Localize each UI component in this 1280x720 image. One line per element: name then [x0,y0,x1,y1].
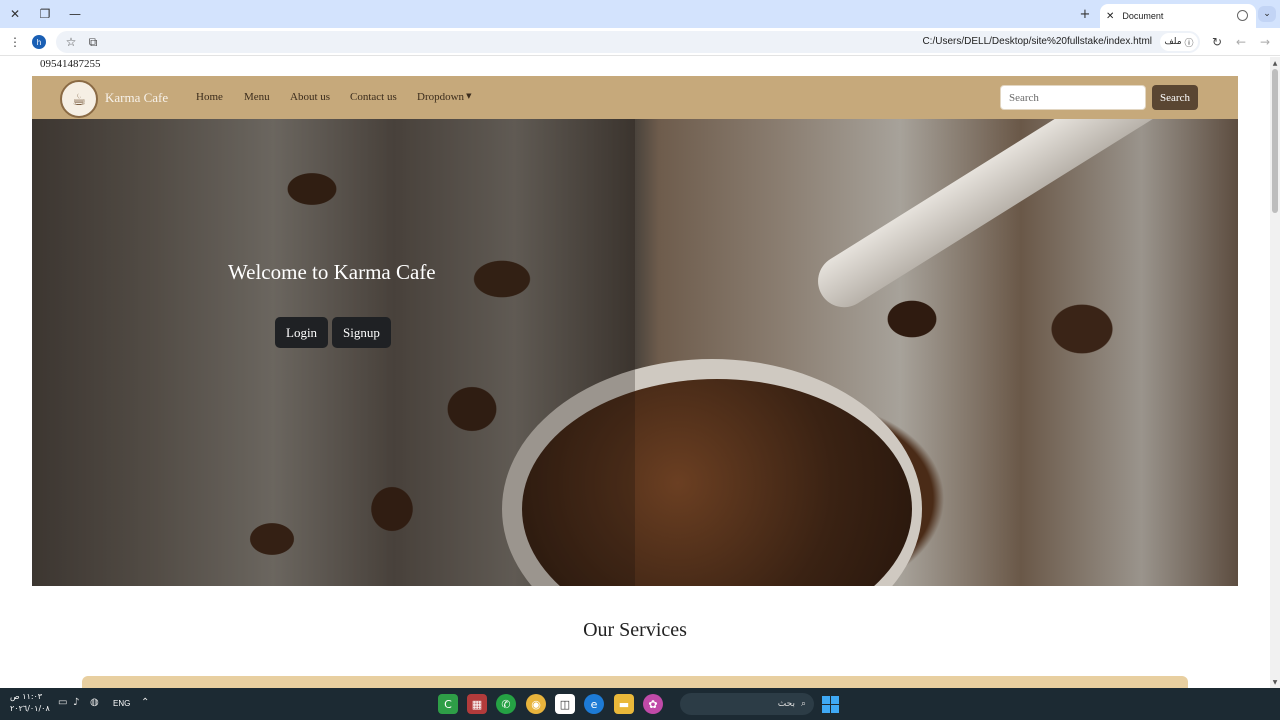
clock-time: ١١:٠٣ ص [10,692,43,701]
tray-chevron-up-icon[interactable]: ⌃ [141,697,149,708]
search-input[interactable] [1000,85,1146,110]
browser-address-bar: ⋮ h ☆ ⧉ C:/Users/DELL/Desktop/site%20ful… [0,28,1280,56]
taskbar-search[interactable]: بحث ⌕ [680,693,814,715]
nav-menu[interactable]: Menu [244,91,270,103]
hero-banner: Welcome to Karma Cafe Login Signup [32,119,1238,586]
app-c-icon[interactable]: C [438,694,458,714]
taskbar-clock[interactable]: ١١:٠٣ ص ٢٠٢٦/٠١/٠٨ [10,691,50,715]
services-title: Our Services [583,619,687,641]
file-explorer-icon[interactable]: ▬ [614,694,634,714]
back-arrow-icon[interactable]: → [1256,33,1274,51]
reload-icon[interactable]: ↻ [1208,33,1226,51]
url-text[interactable]: C:/Users/DELL/Desktop/site%20fullstake/i… [922,36,1152,47]
close-window-icon[interactable]: ✕ [4,4,26,24]
clock-date: ٢٠٢٦/٠١/٠٨ [10,704,50,713]
magnifier-icon: ⌕ [800,699,806,709]
tab-close-icon[interactable]: ✕ [1106,11,1114,22]
windows-start-icon[interactable] [822,696,839,713]
nav-contact[interactable]: Contact us [350,91,397,103]
spoon-handle-image [808,119,1238,318]
app-grid-icon[interactable]: ▦ [467,694,487,714]
translate-icon[interactable]: ⧉ [84,33,102,51]
caret-down-icon: ▼ [466,92,472,100]
chrome-icon[interactable]: ◉ [526,694,546,714]
scroll-up-icon[interactable]: ▲ [1270,58,1280,68]
tab-search-icon[interactable]: ⌄ [1258,6,1276,22]
forward-arrow-icon[interactable]: ← [1232,33,1250,51]
phone-number: 09541487255 [40,58,101,70]
network-globe-icon[interactable]: ◍ [90,697,99,708]
brand-name[interactable]: Karma Cafe [105,90,168,106]
hero-title: Welcome to Karma Cafe [228,260,436,284]
restore-window-icon[interactable]: ❐ [34,4,56,24]
copilot-icon[interactable]: ✿ [643,694,663,714]
bookmark-star-icon[interactable]: ☆ [62,33,80,51]
globe-icon [1237,10,1248,21]
browser-tab[interactable]: ✕ Document [1100,4,1256,28]
profile-avatar[interactable]: h [32,35,46,49]
coffee-logo-icon[interactable]: ☕ [60,80,98,118]
site-chip-label: ملف [1164,37,1182,47]
page-scrollbar[interactable]: ▲ ▼ [1270,57,1280,688]
search-button[interactable]: Search [1152,85,1198,110]
new-tab-icon[interactable]: + [1076,4,1094,24]
nav-dropdown[interactable]: Dropdown ▼ [417,91,471,103]
nav-about[interactable]: About us [290,91,330,103]
scroll-down-icon[interactable]: ▼ [1270,677,1280,687]
menu-dots-icon[interactable]: ⋮ [6,33,24,51]
site-navbar: ☕ Karma Cafe Home Menu About us Contact … [32,76,1238,119]
scroll-thumb[interactable] [1272,69,1278,213]
whatsapp-icon[interactable]: ✆ [496,694,516,714]
site-info-chip[interactable]: ملف ⓘ [1160,33,1198,51]
language-indicator[interactable]: ENG [113,699,130,708]
edge-icon[interactable]: e [584,694,604,714]
battery-icon[interactable]: ▭ [58,697,67,708]
page-viewport: 09541487255 ☕ Karma Cafe Home Menu About… [0,57,1270,688]
volume-icon[interactable]: ♪ [73,697,79,708]
minimize-window-icon[interactable]: — [64,4,86,24]
services-card [82,676,1188,688]
hero-overlay [32,119,635,586]
login-button[interactable]: Login [275,317,329,348]
tab-title: Document [1122,11,1164,21]
os-taskbar: ١١:٠٣ ص ٢٠٢٦/٠١/٠٨ ▭ ♪ ◍ ENG ⌃ C ▦ ✆ ◉ ◫… [0,688,1280,720]
nav-home[interactable]: Home [196,91,223,103]
signup-button[interactable]: Signup [332,317,391,348]
nav-dropdown-label: Dropdown [417,91,465,103]
store-icon[interactable]: ◫ [555,694,575,714]
taskbar-search-label: بحث [777,699,795,709]
browser-tab-bar: ✕ ❐ — + ✕ Document ⌄ [0,0,1280,28]
info-icon: ⓘ [1184,38,1194,49]
